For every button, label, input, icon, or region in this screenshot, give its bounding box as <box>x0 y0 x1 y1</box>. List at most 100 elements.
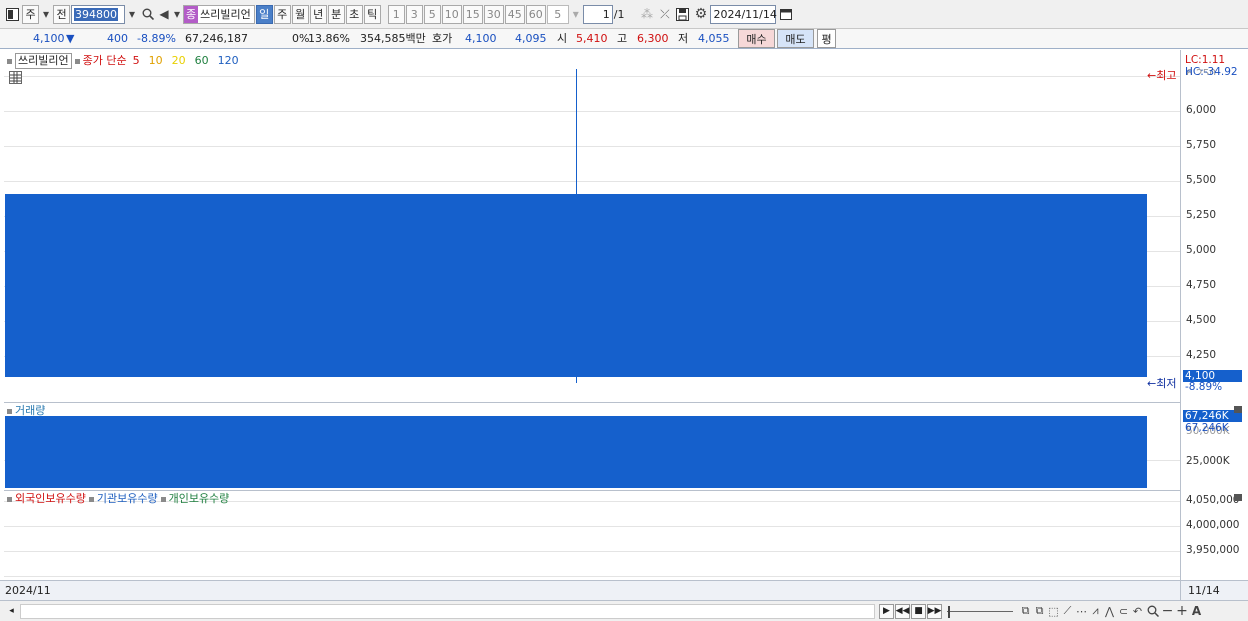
pane-close-icon[interactable] <box>1234 494 1242 501</box>
zigzag-icon[interactable]: ⩘ <box>1089 602 1102 621</box>
line-tool-icon[interactable]: ⤫ <box>656 5 673 24</box>
trend-line-icon[interactable]: ⟋ <box>1061 602 1074 621</box>
play-icon[interactable]: ▶ <box>879 603 894 619</box>
count-dropdown-icon[interactable]: ▾ <box>570 5 582 24</box>
search-icon[interactable] <box>139 5 156 24</box>
ma-period-label[interactable]: 5 <box>133 54 140 68</box>
minute-button[interactable]: 5 <box>423 4 441 24</box>
zoom-out-icon[interactable]: − <box>1161 602 1174 621</box>
gridline <box>4 526 1180 527</box>
table-toggle-icon[interactable] <box>9 71 22 84</box>
volume-label[interactable]: 거래량 <box>15 404 45 418</box>
zoom-in-icon[interactable]: + <box>1175 602 1189 621</box>
turnover-rate: 13.86% <box>308 32 350 45</box>
candle-body[interactable] <box>5 193 1147 377</box>
scroll-left-icon[interactable]: ◂ <box>4 604 19 619</box>
interval-button[interactable]: 초 <box>345 4 363 24</box>
date-axis[interactable]: 2024/11 11/14 <box>0 580 1248 600</box>
volume-tick: 25,000K <box>1186 455 1230 467</box>
gridline <box>4 576 1180 577</box>
interval-button[interactable]: 년 <box>309 4 327 24</box>
horizontal-scrollbar[interactable] <box>20 603 875 619</box>
current-price: 4,100 <box>33 32 65 45</box>
holdings-tick: 3,950,000 <box>1186 544 1240 556</box>
ask-price: 4,100 <box>465 32 497 45</box>
volume-legend: 거래량 <box>4 404 45 418</box>
pattern-icon[interactable]: ⋀ <box>1103 602 1116 621</box>
calendar-icon[interactable] <box>777 5 794 24</box>
volume-value: 67,246,187 <box>185 32 248 45</box>
open-label: 시 <box>557 32 568 45</box>
window-menu-icon[interactable] <box>4 5 21 24</box>
interval-button[interactable]: 월 <box>291 4 309 24</box>
duplicate-icon[interactable]: ⧉ <box>1033 602 1046 621</box>
pane-close-icon[interactable] <box>1234 406 1242 413</box>
zero-percent: 0% <box>292 32 310 45</box>
rewind-icon[interactable]: ◀◀ <box>895 603 910 619</box>
count-input[interactable]: 5 <box>546 4 569 24</box>
minute-button[interactable]: 15 <box>462 4 483 24</box>
page-total: /1 <box>613 7 625 21</box>
legend-stock-name[interactable]: 쓰리빌리언 <box>15 53 72 69</box>
legend-square-icon <box>7 408 12 414</box>
market-type-button[interactable]: 주 <box>22 4 39 24</box>
interval-button[interactable]: 일 <box>255 4 273 24</box>
average-button[interactable]: 평 <box>817 29 836 48</box>
ma-period-label[interactable]: 20 <box>172 54 186 68</box>
stock-name-box[interactable]: 종 쓰리빌리언 <box>183 4 255 24</box>
font-size-icon[interactable]: A <box>1190 602 1203 621</box>
holdings-series-label[interactable]: 기관보유수량 <box>97 492 158 506</box>
horizontal-line-icon[interactable]: ⋯ <box>1075 602 1088 621</box>
select-icon[interactable]: ⬚ <box>1047 602 1060 621</box>
ma-label[interactable]: 종가 단순 <box>83 54 127 68</box>
stop-icon[interactable]: ■ <box>911 603 926 619</box>
minute-button[interactable]: 3 <box>405 4 423 24</box>
price-tick: 5,000 <box>1186 244 1217 256</box>
minute-button[interactable]: 1 <box>387 4 405 24</box>
minute-button[interactable]: 10 <box>441 4 462 24</box>
code-dropdown-icon[interactable]: ▾ <box>126 5 138 24</box>
low-price: 4,055 <box>698 32 730 45</box>
interval-group: 일주월년분초틱 <box>255 4 382 24</box>
lc-value: LC:1.11 <box>1185 54 1226 66</box>
chart-area[interactable]: 쓰리빌리언 종가 단순 5 10 20 60 120 ←최고 ←최저 LC:1.11 6… <box>0 50 1248 600</box>
minute-button[interactable]: 45 <box>504 4 525 24</box>
minute-button[interactable]: 30 <box>483 4 504 24</box>
ma-period-label[interactable]: 120 <box>218 54 239 68</box>
prev-button[interactable]: 전 <box>53 4 70 24</box>
arrow-left-icon: ← <box>1147 377 1157 390</box>
gear-icon[interactable]: ⚙ <box>692 5 709 24</box>
speaker-icon[interactable]: ◀ <box>157 5 171 24</box>
magnify-icon[interactable] <box>1145 602 1160 621</box>
date-input[interactable]: 2024/11/14 <box>710 4 777 24</box>
interval-button[interactable]: 틱 <box>363 4 381 24</box>
page-input[interactable]: 1 <box>582 4 613 24</box>
sell-button[interactable]: 매도 <box>777 29 814 48</box>
buy-button[interactable]: 매수 <box>738 29 775 48</box>
gridline <box>4 76 1180 77</box>
copy-icon[interactable]: ⧉ <box>1019 602 1032 621</box>
price-tick: 6,000 <box>1186 104 1217 116</box>
ma-period-label[interactable]: 10 <box>149 54 163 68</box>
high-label: 고 <box>617 32 628 45</box>
holdings-series-label[interactable]: 개인보유수량 <box>169 492 230 506</box>
holdings-legend: 외국인보유수량 기관보유수량 개인보유수량 <box>4 492 229 506</box>
minute-button[interactable]: 60 <box>525 4 546 24</box>
zoom-slider[interactable] <box>947 604 1015 619</box>
interval-button[interactable]: 분 <box>327 4 345 24</box>
stock-code-input[interactable]: 394800 <box>71 4 125 24</box>
ma-period-label[interactable]: 60 <box>195 54 209 68</box>
volume-bar[interactable] <box>5 416 1147 488</box>
undo-icon[interactable]: ↶ <box>1131 602 1144 621</box>
chevron-down-icon[interactable]: ▾ <box>40 5 52 24</box>
candle-settings-icon[interactable]: ⁂ <box>638 5 655 24</box>
speaker-dropdown-icon[interactable]: ▾ <box>172 5 182 24</box>
magnet-icon[interactable]: ⊂ <box>1117 602 1130 621</box>
fast-forward-icon[interactable]: ▶▶ <box>927 603 942 619</box>
min-price-marker: ←최저 <box>1147 377 1177 390</box>
slider-handle[interactable] <box>948 605 950 618</box>
interval-button[interactable]: 주 <box>273 4 291 24</box>
save-icon[interactable] <box>674 5 691 24</box>
holdings-series-label[interactable]: 외국인보유수량 <box>15 492 86 506</box>
gridline <box>4 146 1180 147</box>
